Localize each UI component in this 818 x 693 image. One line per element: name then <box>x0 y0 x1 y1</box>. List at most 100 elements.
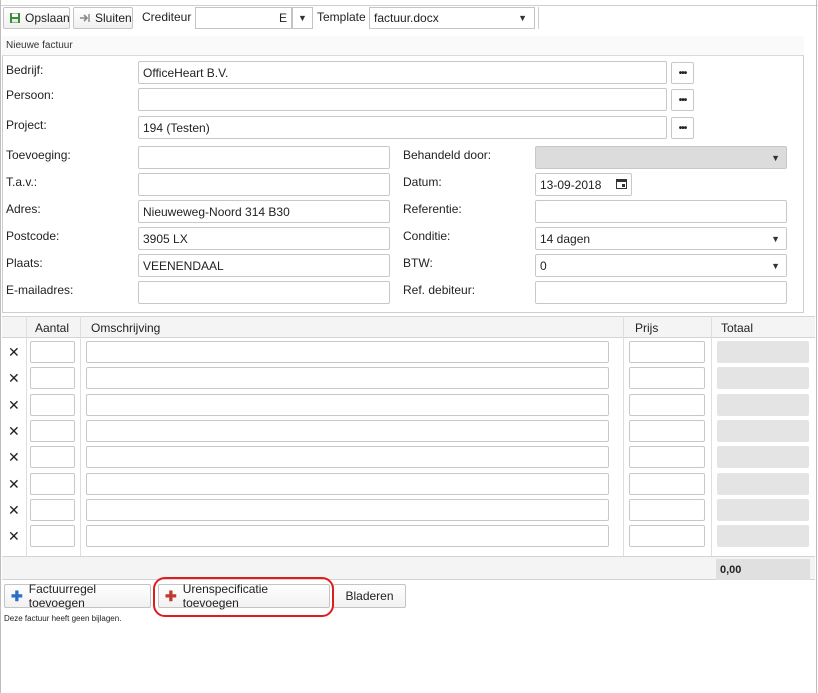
quantity-input[interactable] <box>30 367 75 390</box>
remove-row-icon[interactable]: ✕ <box>8 503 20 517</box>
bedrijf-label: Bedrijf: <box>6 63 44 77</box>
project-lookup-button[interactable]: ••• <box>671 117 694 139</box>
panel-title: Nieuwe factuur <box>6 40 73 51</box>
bedrijf-lookup-button[interactable]: ••• <box>671 62 694 84</box>
behandeld-select[interactable]: ▼ <box>535 146 787 169</box>
description-input[interactable] <box>86 419 609 442</box>
behandeld-label: Behandeld door: <box>403 148 492 162</box>
close-button[interactable]: Sluiten <box>73 7 133 29</box>
description-input[interactable] <box>86 446 609 469</box>
quantity-input[interactable] <box>30 498 75 521</box>
remove-row-icon[interactable]: ✕ <box>8 424 20 438</box>
chevron-down-icon: ▼ <box>771 233 780 244</box>
price-input[interactable] <box>629 367 705 390</box>
description-input[interactable] <box>86 341 609 363</box>
panel-header: Nieuwe factuur <box>2 36 804 56</box>
description-input[interactable] <box>86 393 609 416</box>
price-input[interactable] <box>629 472 705 495</box>
conditie-label: Conditie: <box>403 229 451 243</box>
col-totaal: Totaal <box>721 321 754 335</box>
adres-label: Adres: <box>6 202 41 216</box>
remove-row-icon[interactable]: ✕ <box>8 398 20 412</box>
plaats-label: Plaats: <box>6 256 43 270</box>
quantity-input[interactable] <box>30 446 75 469</box>
toevoeging-label: Toevoeging: <box>6 148 71 162</box>
description-input[interactable] <box>86 498 609 521</box>
remove-row-icon[interactable]: ✕ <box>8 345 20 359</box>
price-input[interactable] <box>629 393 705 416</box>
quantity-input[interactable] <box>30 525 75 548</box>
price-input[interactable] <box>629 419 705 442</box>
crediteur-input[interactable]: E <box>195 7 292 29</box>
datum-value: 13-09-2018 <box>540 177 602 192</box>
crediteur-label: Crediteur <box>142 10 192 24</box>
price-input[interactable] <box>629 498 705 521</box>
remove-row-icon[interactable]: ✕ <box>8 529 20 543</box>
persoon-lookup-button[interactable]: ••• <box>671 89 694 111</box>
tav-field[interactable] <box>138 173 390 196</box>
browse-button[interactable]: Bladeren <box>333 584 406 608</box>
bedrijf-value: OfficeHeart B.V. <box>143 65 229 80</box>
remove-row-icon[interactable]: ✕ <box>8 450 20 464</box>
email-field[interactable] <box>138 281 390 304</box>
col-prijs: Prijs <box>635 321 659 335</box>
exit-icon <box>79 12 91 24</box>
invoice-lines-header: Aantal Omschrijving Prijs Totaal <box>2 316 815 338</box>
window-right-border <box>816 0 817 693</box>
column-divider <box>623 316 624 580</box>
plaats-field[interactable]: VEENENDAAL <box>138 254 390 277</box>
price-input[interactable] <box>629 446 705 469</box>
toolbar-divider <box>538 7 539 29</box>
quantity-input[interactable] <box>30 341 75 363</box>
column-divider <box>711 316 712 580</box>
close-label: Sluiten <box>95 11 132 25</box>
postcode-field[interactable]: 3905 LX <box>138 227 390 250</box>
conditie-select[interactable]: 14 dagen ▼ <box>535 227 787 250</box>
remove-row-icon[interactable]: ✕ <box>8 477 20 491</box>
ref-debiteur-field[interactable] <box>535 281 787 304</box>
save-button[interactable]: Opslaan <box>3 7 70 29</box>
adres-field[interactable]: Nieuweweg-Noord 314 B30 <box>138 200 390 223</box>
description-input[interactable] <box>86 367 609 390</box>
col-omschrijving: Omschrijving <box>91 321 161 335</box>
referentie-label: Referentie: <box>403 202 462 216</box>
description-input[interactable] <box>86 525 609 548</box>
invoice-lines-footer: 0,00 <box>2 556 815 580</box>
line-total <box>717 498 809 521</box>
remove-row-icon[interactable]: ✕ <box>8 371 20 385</box>
project-label: Project: <box>6 118 47 132</box>
attachments-note: Deze factuur heeft geen bijlagen. <box>4 614 122 623</box>
quantity-input[interactable] <box>30 472 75 495</box>
crediteur-dropdown-button[interactable]: ▼ <box>292 7 313 29</box>
description-input[interactable] <box>86 472 609 495</box>
quantity-input[interactable] <box>30 419 75 442</box>
project-field[interactable]: 194 (Testen) <box>138 116 667 139</box>
bedrijf-field[interactable]: OfficeHeart B.V. <box>138 61 667 84</box>
chevron-down-icon: ▼ <box>298 13 307 23</box>
calendar-icon[interactable] <box>616 178 627 192</box>
datum-field[interactable]: 13-09-2018 <box>535 173 632 196</box>
highlight-annotation <box>153 577 334 617</box>
ref-debiteur-label: Ref. debiteur: <box>403 283 476 297</box>
window-left-border <box>0 0 1 693</box>
quantity-input[interactable] <box>30 393 75 416</box>
postcode-label: Postcode: <box>6 229 60 243</box>
template-select[interactable]: factuur.docx ▼ <box>369 7 535 29</box>
column-divider <box>26 316 27 580</box>
btw-select[interactable]: 0 ▼ <box>535 254 787 277</box>
conditie-value: 14 dagen <box>540 231 591 246</box>
chevron-down-icon: ▼ <box>771 260 780 271</box>
plus-icon: ✚ <box>11 587 23 604</box>
price-input[interactable] <box>629 341 705 363</box>
more-icon: ••• <box>678 67 687 79</box>
line-total <box>717 419 809 442</box>
add-invoice-line-button[interactable]: ✚ Factuurregel toevoegen <box>4 582 151 610</box>
persoon-field[interactable] <box>138 88 667 111</box>
postcode-value: 3905 LX <box>143 231 188 246</box>
toevoeging-field[interactable] <box>138 146 390 169</box>
datum-label: Datum: <box>403 175 442 189</box>
column-divider <box>80 316 81 580</box>
referentie-field[interactable] <box>535 200 787 223</box>
price-input[interactable] <box>629 525 705 548</box>
template-label: Template <box>317 10 366 24</box>
